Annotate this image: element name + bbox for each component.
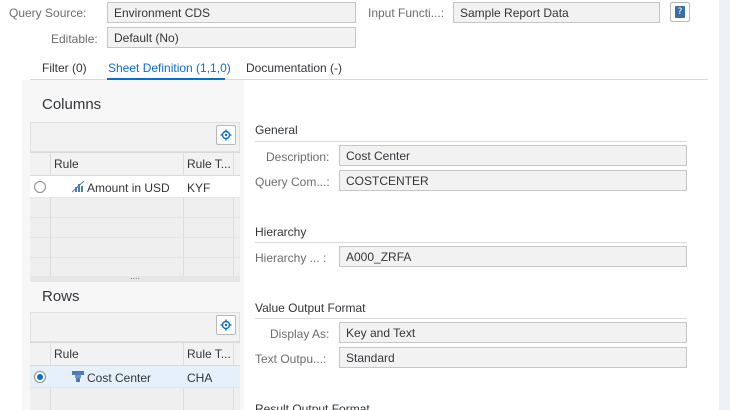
result-output-group-title: Result Output Format	[255, 402, 370, 410]
query-component-field[interactable]: COSTCENTER	[339, 170, 687, 191]
editable-label: Editable:	[51, 32, 98, 46]
table-row	[30, 218, 240, 238]
table-row	[30, 238, 240, 258]
hierarchy-label: Hierarchy ... :	[255, 251, 327, 265]
row-rule-type: CHA	[187, 371, 213, 385]
key-figure-icon	[72, 181, 85, 193]
help-icon: ?	[675, 6, 685, 18]
value-output-group-title: Value Output Format	[255, 301, 366, 315]
tab-documentation[interactable]: Documentation (-)	[246, 61, 342, 75]
rows-settings-button[interactable]	[216, 315, 236, 335]
columns-header-type[interactable]: Rule T...	[187, 157, 231, 171]
columns-settings-button[interactable]	[216, 125, 236, 145]
description-label: Description:	[266, 150, 330, 164]
text-output-label: Text Outpu...:	[255, 352, 327, 366]
query-component-label: Query Com...:	[255, 175, 330, 189]
tab-filter[interactable]: Filter (0)	[42, 61, 87, 75]
general-group-title: General	[255, 123, 298, 137]
divider	[255, 242, 687, 243]
row-select-radio[interactable]	[34, 371, 46, 383]
query-source-label: Query Source:	[9, 6, 87, 20]
characteristic-icon	[72, 371, 84, 382]
query-source-field[interactable]: Environment CDS	[107, 2, 356, 23]
divider	[255, 141, 687, 142]
columns-header-rule[interactable]: Rule	[54, 157, 79, 171]
scrollbar[interactable]	[719, 0, 730, 410]
columns-toolbar	[30, 122, 240, 152]
input-function-field[interactable]: Sample Report Data	[453, 2, 660, 23]
tab-sheet-definition[interactable]: Sheet Definition (1,1,0)	[108, 61, 231, 75]
gear-icon	[220, 319, 232, 331]
divider	[255, 318, 687, 319]
input-function-label: Input Functi...:	[368, 6, 445, 20]
row-rule-name: Cost Center	[87, 371, 152, 385]
rows-header-type[interactable]: Rule T...	[187, 347, 231, 361]
rows-toolbar	[30, 312, 240, 342]
editable-field[interactable]: Default (No)	[107, 27, 356, 48]
text-output-field[interactable]: Standard	[339, 347, 687, 368]
hierarchy-group-title: Hierarchy	[255, 225, 307, 239]
gear-icon	[220, 129, 232, 141]
row-select-radio[interactable]	[34, 181, 46, 193]
help-button[interactable]: ?	[670, 2, 690, 22]
column-rule-type: KYF	[187, 181, 211, 195]
rows-title: Rows	[42, 288, 80, 305]
table-row	[30, 198, 240, 218]
column-rule-name: Amount in USD	[87, 181, 170, 195]
display-as-field[interactable]: Key and Text	[339, 322, 687, 343]
hierarchy-field[interactable]: A000_ZRFA	[339, 246, 687, 267]
resize-grip[interactable]: ....	[130, 271, 140, 281]
description-field[interactable]: Cost Center	[339, 145, 687, 166]
rows-header-rule[interactable]: Rule	[54, 347, 79, 361]
columns-title: Columns	[42, 96, 102, 113]
display-as-label: Display As:	[270, 327, 330, 341]
